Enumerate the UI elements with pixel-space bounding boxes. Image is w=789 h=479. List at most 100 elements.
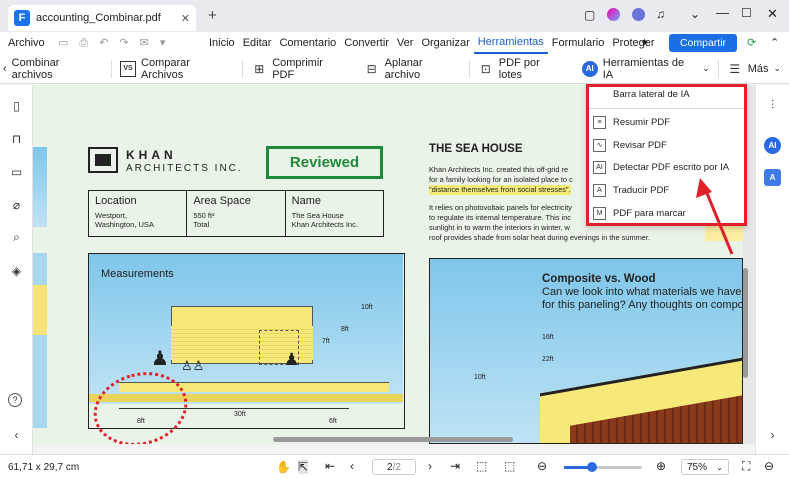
layers-icon[interactable]: ◈ [8,262,25,279]
chevron-down-icon: ⌄ [716,462,723,472]
compress-icon: ⊞ [254,61,265,76]
menu-proteger[interactable]: Proteger [608,37,658,49]
fit-page-icon[interactable]: ⬚ [476,459,487,473]
right-sidebar: ⫶ AI A › [755,85,789,454]
new-tab-button[interactable]: + [208,7,217,24]
left-edge-wall [33,253,47,428]
review-icon: ∿ [593,138,606,152]
menu-herramientas[interactable]: Herramientas [473,32,548,54]
translate-icon[interactable]: A [764,169,781,186]
menu-inicio[interactable]: Inicio [205,37,239,49]
collapse-icon[interactable]: ⌄ [690,7,700,21]
dim-label: 6ft [329,418,337,425]
vertical-scrollbar[interactable] [743,268,748,378]
dim-label: 16ft [542,334,554,341]
search-icon[interactable]: ⌕ [8,229,25,246]
status-bar: 61,71 x 29,7 cm ✋ ⇱ ⇤ ‹ 2/2 › ⇥ ⬚ ⬚ ⊖ ⊕ … [0,454,789,479]
collapse-right-icon[interactable]: › [764,426,781,443]
close-window-icon[interactable]: ✕ [767,6,778,22]
composite-question: Can we look into what materials we have [542,286,742,298]
composite-title: Composite vs. Wood [542,273,656,285]
flatten-file-button[interactable]: ⊟ Aplanar archivo [356,57,469,81]
attachment-icon[interactable]: ⌀ [8,196,25,213]
menu-convertir[interactable]: Convertir [340,37,393,49]
select-tool-icon[interactable]: ⇱ [298,460,309,474]
avatar-icon[interactable] [607,8,620,21]
dim-label: 22ft [542,356,554,363]
pages-icon[interactable]: ▯ [8,97,25,114]
logo-subtitle: ARCHITECTS INC. [126,163,243,174]
menu-comentario[interactable]: Comentario [275,37,340,49]
menu-editar[interactable]: Editar [239,37,276,49]
dim-label: 10ft [361,304,373,311]
save-icon[interactable]: ▢ [584,8,595,22]
maximize-icon[interactable]: ☐ [741,6,752,20]
idea-icon[interactable]: ✦ [640,36,649,49]
last-page-icon[interactable]: ⇥ [450,459,460,473]
next-page-icon[interactable]: › [428,459,432,473]
summarize-pdf-item[interactable]: ≡ Resumir PDF [593,112,743,132]
menu-formulario[interactable]: Formulario [548,37,609,49]
fullscreen-icon[interactable]: ⛶ [742,459,750,474]
logo-name: KHAN [126,148,177,162]
menu-bar: Archivo ▭⎙↶↷✉▾ Inicio Editar Comentario … [0,32,789,54]
menu-archivo[interactable]: Archivo [4,37,49,49]
collapse-left-icon[interactable]: ‹ [8,426,25,443]
compare-icon: VS [120,60,137,77]
menu-organizar[interactable]: Organizar [417,37,473,49]
bookmark-icon[interactable]: ⊓ [8,130,25,147]
measurements-title: Measurements [101,268,174,280]
horizontal-scrollbar[interactable] [273,437,513,442]
close-tab-icon[interactable]: ✕ [181,12,190,25]
properties-icon[interactable]: ⫶ [764,97,781,114]
review-pdf-item[interactable]: ∿ Revisar PDF [593,135,743,155]
detect-ai-item[interactable]: AI Detectar PDF escrito por IA [593,157,743,177]
first-page-icon[interactable]: ⇤ [325,459,335,473]
file-icons: ▭⎙↶↷✉▾ [58,37,177,49]
share-button[interactable]: Compartir [669,34,737,52]
comment-icon[interactable]: ▭ [8,163,25,180]
document-tab[interactable]: F accounting_Combinar.pdf ✕ [8,5,196,31]
person-icon: ♟ [151,348,169,370]
title-bar: F accounting_Combinar.pdf ✕ + ▢ ♫ ⌄ — ☐ … [0,0,789,32]
fit-width-icon[interactable]: ⬚ [504,459,515,473]
detect-ai-icon: AI [593,160,606,174]
batch-pdf-button[interactable]: ⊡ PDF por lotes [470,57,574,81]
menu-ver[interactable]: Ver [393,37,418,49]
arrow-head [696,178,712,198]
zoom-slider[interactable] [564,462,642,472]
translate-icon: A [593,183,606,197]
minimize-view-icon[interactable]: ⊖ [764,459,774,473]
expand-icon[interactable]: ⌃ [770,36,779,49]
ai-sidebar-item[interactable]: Barra lateral de IA [613,89,690,100]
description-text: Khan Architects Inc. created this off-gr… [429,165,651,242]
minimize-icon[interactable]: — [716,5,729,20]
ai-tools-button[interactable]: AI Herramientas de IA ⌄ [574,57,718,81]
page-number-input[interactable]: 2/2 [372,459,416,475]
compress-pdf-button[interactable]: ⊞ Comprimir PDF [243,57,355,81]
zoom-in-icon[interactable]: ⊕ [656,459,666,473]
zoom-select[interactable]: 75% ⌄ [681,459,729,475]
hand-tool-icon[interactable]: ✋ [276,460,291,474]
sync-icon[interactable]: ⟳ [747,36,756,49]
zoom-out-icon[interactable]: ⊖ [537,459,547,473]
page-size: 61,71 x 29,7 cm [8,462,80,473]
reviewed-stamp: Reviewed [266,146,383,179]
combine-files-button[interactable]: Combinar archivos [10,57,111,81]
person-icon: ♟ [284,350,300,369]
help-icon[interactable]: ? [8,393,22,407]
ai-assistant-icon[interactable]: AI [764,137,781,154]
scroll-left-button[interactable]: ‹ [0,63,10,75]
notification-icon[interactable] [632,8,645,21]
markdown-icon: M [593,206,606,220]
prev-page-icon[interactable]: ‹ [350,459,354,473]
red-arrow-annotation [696,178,734,255]
bell-icon[interactable]: ♫ [656,7,665,21]
more-button[interactable]: ☰ Más ⌄ [719,61,789,77]
compare-files-button[interactable]: VS Comparar Archivos [112,57,242,81]
dim-label: 10ft [474,374,486,381]
menu-icon: ☰ [729,61,741,76]
dim-label: 30ft [234,411,246,418]
app-logo-icon: F [14,10,30,26]
zoom-slider-handle[interactable] [587,462,597,472]
